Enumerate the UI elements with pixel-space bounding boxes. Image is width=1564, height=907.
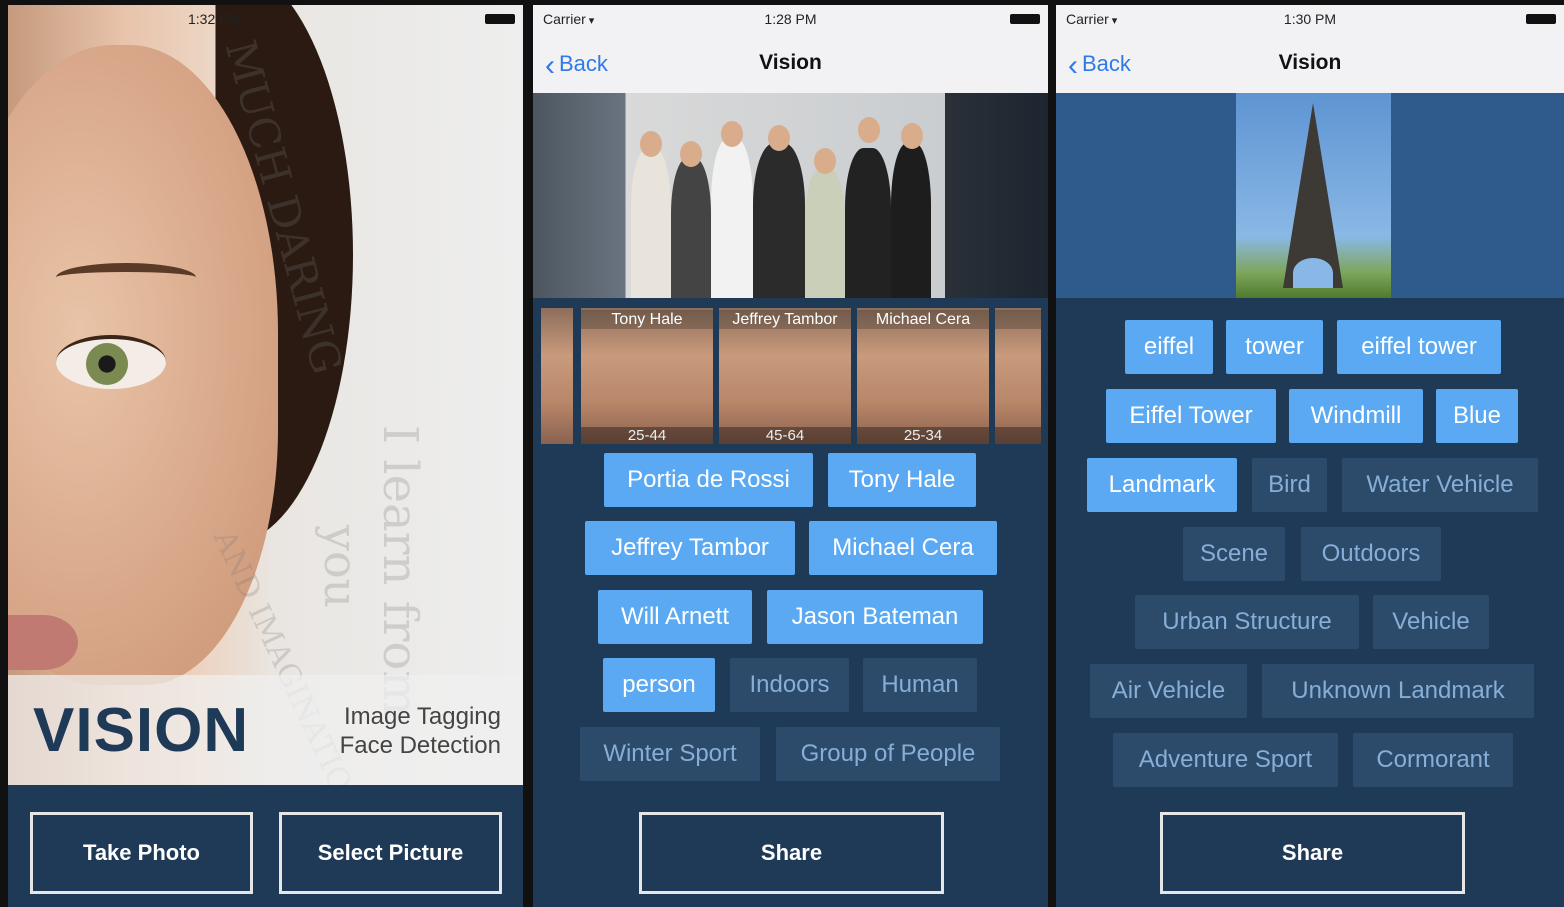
- head-shape: [721, 121, 743, 147]
- subtitle-face-detection: Face Detection: [339, 732, 501, 759]
- welcome-screen: MUCH DARING I learn from you AND IMAGINA…: [8, 5, 523, 907]
- face-thumbnail[interactable]: [541, 308, 573, 444]
- tag-michael-cera[interactable]: Michael Cera: [809, 521, 997, 575]
- tag-tower[interactable]: tower: [1226, 320, 1323, 374]
- tag-eiffel[interactable]: eiffel: [1125, 320, 1213, 374]
- tag-human[interactable]: Human: [863, 658, 977, 712]
- tag-adventure-sport[interactable]: Adventure Sport: [1113, 733, 1338, 787]
- tag-tony-hale[interactable]: Tony Hale: [828, 453, 976, 507]
- lips-shape: [8, 615, 78, 670]
- face-age: 45-64: [719, 427, 851, 444]
- face-age: 25-34: [857, 427, 989, 444]
- tag-unknown-landmark[interactable]: Unknown Landmark: [1262, 664, 1534, 718]
- head-shape: [680, 141, 702, 167]
- background-lettering: you: [314, 525, 368, 609]
- eiffel-tower-photo: [1236, 93, 1391, 298]
- tag-air-vehicle[interactable]: Air Vehicle: [1090, 664, 1247, 718]
- head-shape: [768, 125, 790, 151]
- group-photo: [533, 93, 1048, 298]
- select-picture-button[interactable]: Select Picture: [279, 812, 502, 894]
- app-brand: VISION: [33, 696, 250, 765]
- tag-landmark[interactable]: Landmark: [1087, 458, 1237, 512]
- status-bar: Carrier ▾ 1:30 PM: [1056, 5, 1564, 31]
- share-button[interactable]: Share: [639, 812, 944, 894]
- tag-jason-bateman[interactable]: Jason Bateman: [767, 590, 983, 644]
- face-name: Jeffrey Tambor: [719, 310, 851, 329]
- face-age: 25-44: [581, 427, 713, 444]
- tag-vehicle[interactable]: Vehicle: [1373, 595, 1489, 649]
- status-time: 1:32 PM: [188, 11, 241, 27]
- iris-shape: [86, 343, 128, 385]
- face-name: Michael Cera: [857, 310, 989, 329]
- person-shape: [805, 168, 845, 298]
- tag-cormorant[interactable]: Cormorant: [1353, 733, 1513, 787]
- action-bar: Take Photo Select Picture: [8, 785, 523, 907]
- detected-faces-strip[interactable]: Tony Hale 25-44 Jeffrey Tambor 45-64 Mic…: [541, 308, 1041, 444]
- tag-water-vehicle[interactable]: Water Vehicle: [1342, 458, 1538, 512]
- status-bar: Carrier ▾ 1:28 PM: [533, 5, 1048, 31]
- battery-icon: [1526, 14, 1556, 24]
- person-shape: [845, 148, 891, 298]
- tag-winter-sport[interactable]: Winter Sport: [580, 727, 760, 781]
- battery-icon: [485, 14, 515, 24]
- tag-scene[interactable]: Scene: [1183, 527, 1285, 581]
- tag-person[interactable]: person: [603, 658, 715, 712]
- person-shape: [711, 138, 753, 298]
- person-shape: [671, 158, 711, 298]
- tag-jeffrey-tambor[interactable]: Jeffrey Tambor: [585, 521, 795, 575]
- tower-arch-shape: [1293, 258, 1333, 288]
- head-shape: [814, 148, 836, 174]
- eye-shape: [56, 335, 166, 389]
- head-shape: [640, 131, 662, 157]
- tag-windmill[interactable]: Windmill: [1289, 389, 1423, 443]
- status-time: 1:30 PM: [1283, 11, 1337, 27]
- person-shape: [891, 143, 931, 298]
- face-thumbnail[interactable]: Tony Hale 25-44: [581, 308, 713, 444]
- face-age: 3: [995, 427, 1041, 444]
- head-shape: [901, 123, 923, 149]
- face-thumbnail[interactable]: Michael Cera 25-34: [857, 308, 989, 444]
- tag-eiffel-tower-capitalized[interactable]: Eiffel Tower: [1106, 389, 1276, 443]
- person-shape: [753, 143, 805, 298]
- tag-group-of-people[interactable]: Group of People: [776, 727, 1000, 781]
- take-photo-button[interactable]: Take Photo: [30, 812, 253, 894]
- subtitle-image-tagging: Image Tagging: [343, 703, 501, 730]
- face-results-screen: Carrier ▾ 1:28 PM ‹ Back Vision Tony Hale …: [533, 5, 1048, 907]
- head-shape: [858, 117, 880, 143]
- status-bar: 1:32 PM: [8, 5, 523, 31]
- tag-indoors[interactable]: Indoors: [730, 658, 849, 712]
- tag-eiffel-tower[interactable]: eiffel tower: [1337, 320, 1501, 374]
- tag-blue[interactable]: Blue: [1436, 389, 1518, 443]
- tag-urban-structure[interactable]: Urban Structure: [1135, 595, 1359, 649]
- tag-outdoors[interactable]: Outdoors: [1301, 527, 1441, 581]
- landmark-results-screen: Carrier ▾ 1:30 PM ‹ Back Vision eiffel tow…: [1056, 5, 1564, 907]
- face-thumbnail[interactable]: Wi 3: [995, 308, 1041, 444]
- face-name: Tony Hale: [581, 310, 713, 329]
- tag-will-arnett[interactable]: Will Arnett: [598, 590, 752, 644]
- hero-image: MUCH DARING I learn from you AND IMAGINA…: [8, 5, 523, 785]
- eyebrow-shape: [56, 263, 196, 292]
- navigation-bar: Carrier ▾ 1:28 PM ‹ Back Vision: [533, 5, 1048, 93]
- face-thumbnail[interactable]: Jeffrey Tambor 45-64: [719, 308, 851, 444]
- tag-bird[interactable]: Bird: [1252, 458, 1327, 512]
- status-time: 1:28 PM: [764, 11, 817, 27]
- share-button[interactable]: Share: [1160, 812, 1465, 894]
- nav-title: Vision: [759, 51, 822, 74]
- navigation-bar: Carrier ▾ 1:30 PM ‹ Back Vision: [1056, 5, 1564, 93]
- nav-title: Vision: [1278, 51, 1342, 74]
- tag-portia-de-rossi[interactable]: Portia de Rossi: [604, 453, 813, 507]
- battery-icon: [1010, 14, 1040, 24]
- person-shape: [631, 148, 671, 298]
- face-name: Wi: [995, 310, 1041, 329]
- background-lettering: I learn from: [372, 425, 428, 716]
